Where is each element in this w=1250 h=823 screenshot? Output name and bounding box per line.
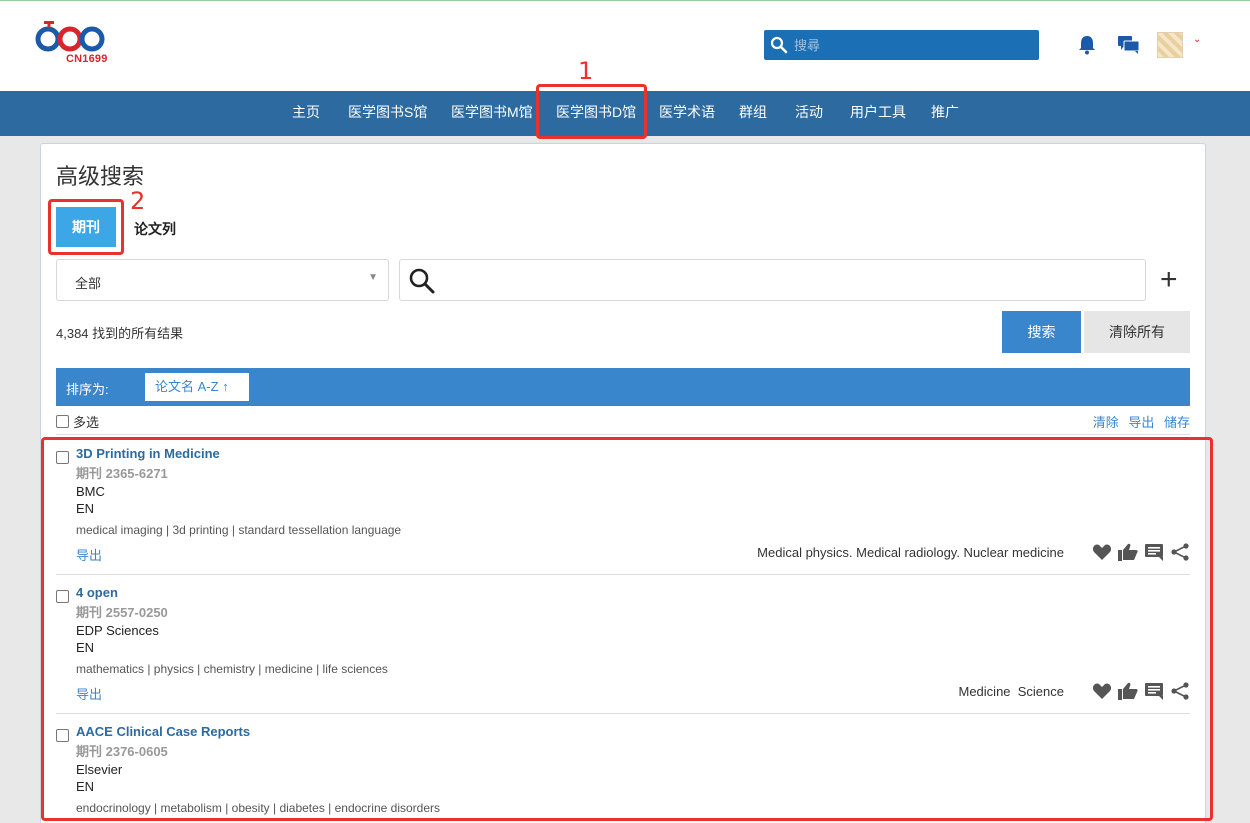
header-search-input[interactable] bbox=[794, 37, 1014, 53]
annotation-label-2: 2 bbox=[130, 187, 146, 215]
divider bbox=[56, 434, 1190, 435]
arrow-up-icon: ↑ bbox=[222, 379, 229, 394]
bell-icon[interactable] bbox=[1078, 35, 1096, 55]
nav-library-s[interactable]: 医学图书S馆 bbox=[348, 91, 427, 136]
add-condition-icon[interactable]: + bbox=[1160, 265, 1178, 295]
result-count: 4,384 找到的所有结果 bbox=[56, 326, 184, 341]
search-icon bbox=[409, 268, 435, 294]
nav-events[interactable]: 活动 bbox=[795, 91, 823, 136]
export-link[interactable]: 导出 bbox=[1128, 415, 1154, 430]
query-input[interactable] bbox=[399, 259, 1146, 301]
chevron-down-icon[interactable]: ⌄ bbox=[1193, 34, 1201, 45]
tab-papers[interactable]: 论文列 bbox=[134, 219, 176, 239]
sort-label: 排序为: bbox=[66, 382, 109, 397]
nav-home[interactable]: 主页 bbox=[292, 91, 320, 136]
multi-select-checkbox[interactable] bbox=[56, 415, 69, 428]
bulk-actions: 清除 导出 储存 bbox=[1087, 412, 1190, 431]
nav-user-tools[interactable]: 用户工具 bbox=[850, 91, 906, 136]
nav-terms[interactable]: 医学术语 bbox=[659, 91, 715, 136]
logo-text: CN1699 bbox=[66, 53, 108, 65]
clear-all-button[interactable]: 清除所有 bbox=[1084, 311, 1190, 353]
sort-bar: 排序为: 论文名 A-Z ↑ bbox=[56, 368, 1190, 406]
header-search[interactable] bbox=[764, 30, 1039, 60]
sort-value: 论文名 A-Z bbox=[155, 379, 219, 394]
search-button[interactable]: 搜索 bbox=[1002, 311, 1081, 353]
scope-select[interactable]: 全部 ▼ bbox=[56, 259, 389, 301]
multi-select-label: 多选 bbox=[73, 415, 100, 430]
scope-select-value: 全部 bbox=[75, 276, 102, 291]
multi-select[interactable]: 多选 bbox=[56, 412, 99, 431]
nav-library-m[interactable]: 医学图书M馆 bbox=[451, 91, 533, 136]
annotation-box-results bbox=[41, 437, 1213, 821]
save-link[interactable]: 储存 bbox=[1164, 415, 1190, 430]
search-icon bbox=[770, 36, 788, 54]
chat-icon[interactable] bbox=[1118, 35, 1140, 55]
annotation-box-1 bbox=[536, 84, 647, 139]
avatar[interactable] bbox=[1157, 32, 1183, 58]
annotation-box-2 bbox=[48, 199, 124, 255]
clear-link[interactable]: 清除 bbox=[1093, 415, 1119, 430]
chevron-down-icon: ▼ bbox=[368, 272, 378, 283]
top-header: CN1699 ⌄ bbox=[0, 0, 1250, 91]
nav-groups[interactable]: 群组 bbox=[739, 91, 767, 136]
nav-promote[interactable]: 推广 bbox=[931, 91, 959, 136]
sort-select[interactable]: 论文名 A-Z ↑ bbox=[145, 373, 249, 401]
annotation-label-1: 1 bbox=[578, 57, 594, 85]
